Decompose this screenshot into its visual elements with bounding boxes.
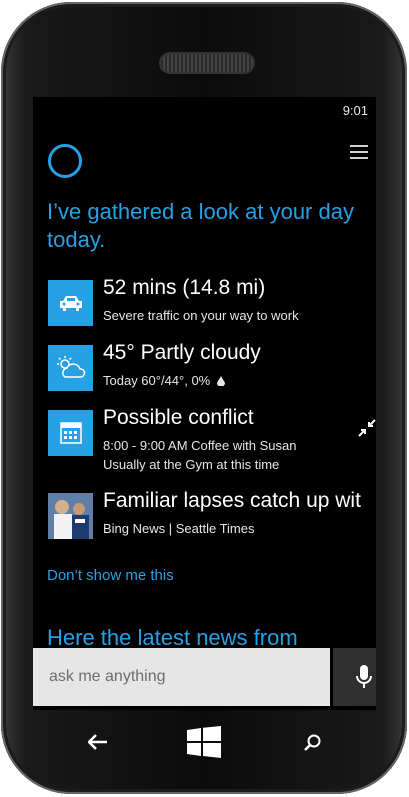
hamburger-menu-icon[interactable]	[350, 141, 368, 163]
phone-speaker	[161, 54, 253, 72]
card-subtitle: 8:00 - 9:00 AM Coffee with Susan	[103, 438, 297, 453]
search-icon	[304, 734, 321, 751]
phone-screen: 9:01 I’ve gathered a look at your day to…	[33, 97, 376, 710]
card-subtitle: Severe traffic on your way to work	[103, 308, 299, 323]
status-time: 9:01	[342, 103, 368, 118]
card-title: Possible conflict	[103, 406, 254, 429]
collapse-arrows-icon[interactable]	[358, 419, 376, 442]
card-title: Familiar lapses catch up wit	[103, 489, 361, 512]
car-icon	[48, 280, 93, 326]
dont-show-link[interactable]: Don’t show me this	[47, 567, 174, 584]
weather-icon	[48, 345, 93, 391]
calendar-icon	[48, 410, 93, 456]
card-subtitle: Today 60°/44°, 0%	[103, 373, 225, 388]
nav-bar	[33, 712, 376, 772]
news-thumbnail	[48, 493, 93, 539]
search-button[interactable]	[288, 720, 338, 764]
raindrop-icon	[216, 376, 225, 387]
back-button[interactable]	[73, 720, 123, 764]
microphone-button[interactable]	[333, 648, 376, 706]
back-arrow-icon	[88, 734, 107, 750]
start-button[interactable]	[179, 720, 229, 764]
card-subtitle: Bing News | Seattle Times	[103, 521, 255, 536]
card-title: 52 mins (14.8 mi)	[103, 276, 266, 299]
greeting-text: I’ve gathered a look at your day today.	[47, 199, 354, 252]
microphone-icon	[356, 665, 372, 688]
search-bar[interactable]	[33, 648, 330, 706]
windows-logo-icon	[187, 726, 221, 758]
search-input[interactable]	[47, 667, 321, 687]
cortana-circle-icon	[48, 144, 82, 178]
card-title: 45° Partly cloudy	[103, 341, 261, 364]
card-subtitle-2: Usually at the Gym at this time	[103, 457, 280, 472]
